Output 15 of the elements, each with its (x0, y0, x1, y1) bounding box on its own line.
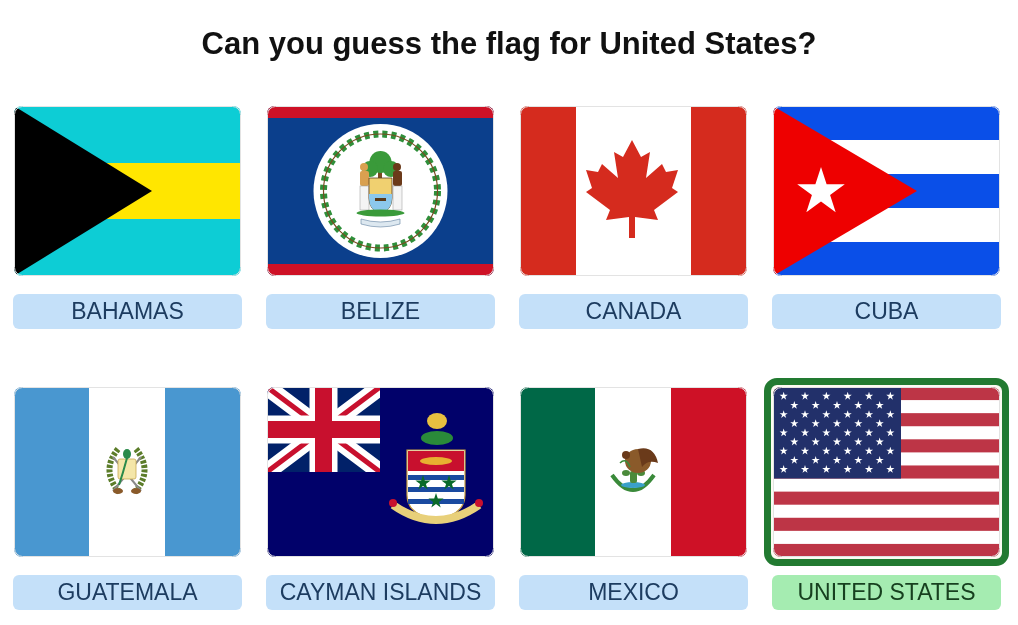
flag-image[interactable] (773, 387, 1000, 557)
flag-image[interactable] (520, 387, 747, 557)
flag-image[interactable] (773, 106, 1000, 276)
answer-button[interactable]: GUATEMALA (13, 575, 242, 610)
flag-image[interactable] (14, 106, 241, 276)
answer-button[interactable]: UNITED STATES (772, 575, 1001, 610)
flag-image[interactable] (267, 387, 494, 557)
answer-button[interactable]: BAHAMAS (13, 294, 242, 329)
answer-button[interactable]: CAYMAN ISLANDS (266, 575, 495, 610)
answer-button[interactable]: MEXICO (519, 575, 748, 610)
answer-button[interactable]: CANADA (519, 294, 748, 329)
question-title: Can you guess the flag for United States? (201, 26, 817, 62)
answer-button[interactable]: BELIZE (266, 294, 495, 329)
answer-button[interactable]: CUBA (772, 294, 1001, 329)
flag-image[interactable] (267, 106, 494, 276)
